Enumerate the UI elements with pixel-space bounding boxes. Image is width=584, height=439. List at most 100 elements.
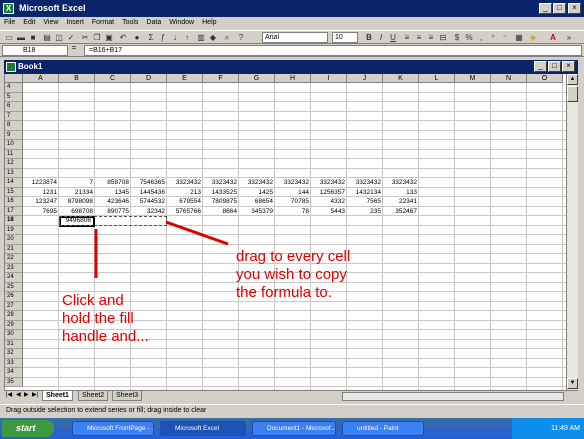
cell-b14[interactable]: 7 — [59, 178, 95, 187]
cut-icon[interactable]: ✂ — [80, 33, 90, 43]
cell-g16[interactable]: 68654 — [239, 197, 275, 206]
cell-i16[interactable]: 4332 — [311, 197, 347, 206]
column-header-o[interactable]: O — [527, 74, 563, 83]
vertical-scrollbar[interactable]: ▲ ▼ — [566, 74, 578, 390]
fill-color-icon[interactable]: ◈ — [528, 33, 538, 43]
row-header-34[interactable]: 34 — [5, 368, 23, 378]
row-header-11[interactable]: 11 — [5, 149, 23, 159]
align-center-icon[interactable]: ≡ — [414, 33, 424, 43]
copy-icon[interactable]: ❐ — [92, 33, 102, 43]
tab-scroll-prev-icon[interactable]: ◀ — [16, 391, 21, 398]
tab-scroll-first-icon[interactable]: |◀ — [6, 391, 12, 398]
task-frontpage[interactable]: Microsoft FrontPage - ... — [72, 421, 154, 436]
cell-j14[interactable]: 3323432 — [347, 178, 383, 187]
row-header-26[interactable]: 26 — [5, 292, 23, 302]
scroll-up-button[interactable]: ▲ — [567, 74, 578, 85]
menu-insert[interactable]: Insert — [62, 17, 88, 28]
formula-input[interactable]: =B16+B17 — [84, 45, 582, 56]
menu-data[interactable]: Data — [142, 17, 165, 28]
function-icon[interactable]: ƒ — [158, 33, 168, 43]
decrease-decimal-icon[interactable]: ⁻ — [500, 33, 510, 43]
row-header-30[interactable]: 30 — [5, 330, 23, 340]
tab-sheet3[interactable]: Sheet3 — [112, 391, 143, 401]
cell-g15[interactable]: 1425 — [239, 188, 275, 197]
row-header-4[interactable]: 4 — [5, 83, 23, 93]
task-document1[interactable]: Document1 - Microsof... — [252, 421, 336, 436]
cell-g17[interactable]: 345379 — [239, 207, 275, 216]
currency-icon[interactable]: $ — [452, 33, 462, 43]
cell-b17[interactable]: 698708 — [59, 207, 95, 216]
cell-f15[interactable]: 1433525 — [203, 188, 239, 197]
cell-i14[interactable]: 3323432 — [311, 178, 347, 187]
cell-d15[interactable]: 1445436 — [131, 188, 167, 197]
cell-h15[interactable]: 144 — [275, 188, 311, 197]
row-header-19[interactable]: 19 — [5, 225, 23, 235]
minimize-button[interactable]: _ — [539, 3, 552, 14]
excel-app-icon[interactable]: X — [3, 3, 14, 14]
menu-window[interactable]: Window — [165, 17, 198, 28]
font-color-icon[interactable]: A — [548, 33, 558, 43]
row-header-20[interactable]: 20 — [5, 235, 23, 245]
row-header-22[interactable]: 22 — [5, 254, 23, 264]
menu-tools[interactable]: Tools — [118, 17, 142, 28]
row-header-21[interactable]: 21 — [5, 244, 23, 254]
column-header-n[interactable]: N — [491, 74, 527, 83]
row-header-6[interactable]: 6 — [5, 102, 23, 112]
column-header-a[interactable]: A — [23, 74, 59, 83]
cell-j17[interactable]: 235 — [347, 207, 383, 216]
row-header-5[interactable]: 5 — [5, 92, 23, 102]
workbook-close-button[interactable]: × — [562, 61, 575, 72]
cell-b16[interactable]: 8798098 — [59, 197, 95, 206]
task-paint[interactable]: untitled - Paint — [342, 421, 424, 436]
row-header-7[interactable]: 7 — [5, 111, 23, 121]
cell-c17[interactable]: 890775 — [95, 207, 131, 216]
row-header-9[interactable]: 9 — [5, 130, 23, 140]
equals-sign[interactable]: = — [72, 45, 76, 52]
row-header-14[interactable]: 14 — [5, 178, 23, 188]
row-header-12[interactable]: 12 — [5, 159, 23, 169]
row-header-15[interactable]: 15 — [5, 187, 23, 197]
row-header-31[interactable]: 31 — [5, 339, 23, 349]
close-button[interactable]: × — [568, 3, 581, 14]
cell-f17[interactable]: 8664 — [203, 207, 239, 216]
cell-f16[interactable]: 7809875 — [203, 197, 239, 206]
cell-d14[interactable]: 7546365 — [131, 178, 167, 187]
cell-j15[interactable]: 1432134 — [347, 188, 383, 197]
column-header-b[interactable]: B — [59, 74, 95, 83]
menu-view[interactable]: View — [39, 17, 62, 28]
autosum-icon[interactable]: Σ — [146, 33, 156, 43]
row-header-35[interactable]: 35 — [5, 377, 23, 387]
cell-d16[interactable]: 5744532 — [131, 197, 167, 206]
cell-a18[interactable] — [23, 216, 59, 225]
row-header-33[interactable]: 33 — [5, 358, 23, 368]
menu-format[interactable]: Format — [88, 17, 118, 28]
italic-icon[interactable]: I — [376, 33, 386, 43]
print-icon[interactable]: ▤ — [42, 33, 52, 43]
tab-scroll-next-icon[interactable]: ▶ — [24, 391, 29, 398]
row-header-10[interactable]: 10 — [5, 140, 23, 150]
cell-f18[interactable] — [203, 216, 239, 225]
cell-k17[interactable]: 352467 — [383, 207, 419, 216]
cell-a15[interactable]: 1231 — [23, 188, 59, 197]
cell-k14[interactable]: 3323432 — [383, 178, 419, 187]
maximize-button[interactable]: □ — [553, 3, 566, 14]
cell-a14[interactable]: 1223874 — [23, 178, 59, 187]
column-header-l[interactable]: L — [419, 74, 455, 83]
column-header-g[interactable]: G — [239, 74, 275, 83]
menu-help[interactable]: Help — [198, 17, 220, 28]
tab-sheet2[interactable]: Sheet2 — [78, 391, 109, 401]
scroll-down-button[interactable]: ▼ — [567, 378, 578, 389]
tab-scroll-last-icon[interactable]: ▶| — [32, 391, 38, 398]
menu-edit[interactable]: Edit — [19, 17, 39, 28]
row-header-28[interactable]: 28 — [5, 311, 23, 321]
cell-c14[interactable]: 858708 — [95, 178, 131, 187]
align-left-icon[interactable]: ≡ — [402, 33, 412, 43]
zoom-icon[interactable]: ⌕ — [222, 33, 232, 43]
column-header-c[interactable]: C — [95, 74, 131, 83]
font-name-select[interactable]: Arial — [262, 32, 328, 43]
cell-g18[interactable] — [239, 216, 275, 225]
comma-icon[interactable]: , — [476, 33, 486, 43]
preview-icon[interactable]: ◫ — [54, 33, 64, 43]
font-size-select[interactable]: 10 — [332, 32, 358, 43]
chart-icon[interactable]: ▥ — [196, 33, 206, 43]
